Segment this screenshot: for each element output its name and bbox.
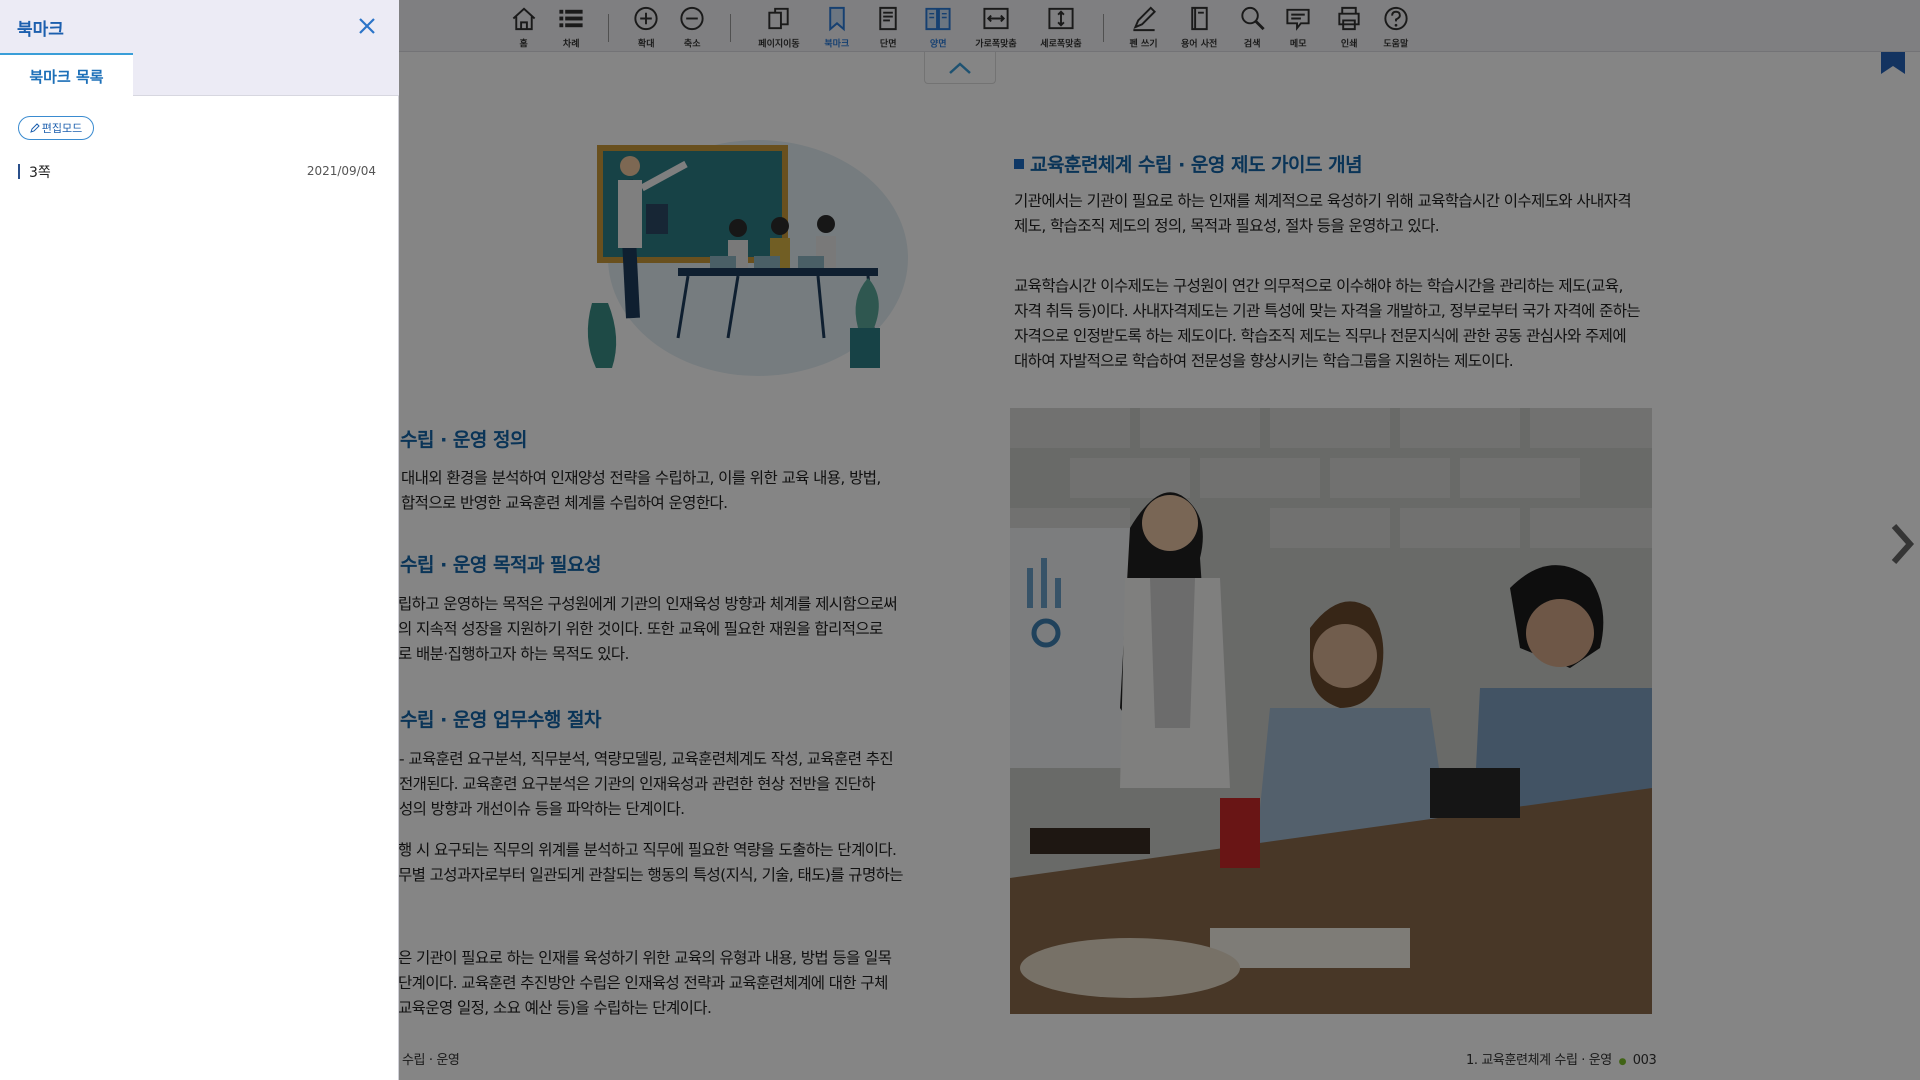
panel-tabs: 북마크 목록 <box>0 53 399 97</box>
edit-mode-button[interactable]: 편집모드 <box>18 116 94 140</box>
bookmark-item-marker <box>18 164 20 179</box>
bookmark-date: 2021/09/04 <box>306 164 376 178</box>
panel-header: 북마크 <box>0 0 399 53</box>
edit-mode-label: 편집모드 <box>41 122 83 135</box>
pencil-icon <box>29 123 40 133</box>
bookmark-page: 3쪽 <box>29 165 51 181</box>
bookmark-list-item[interactable]: 3쪽 2021/09/04 <box>18 160 378 184</box>
close-icon[interactable] <box>354 13 380 39</box>
panel-title: 북마크 <box>17 20 64 40</box>
tab-bookmark-list[interactable]: 북마크 목록 <box>0 53 133 97</box>
bookmark-panel: 북마크 북마크 목록 편집모드 3쪽 2021/09/04 <box>0 0 399 1080</box>
